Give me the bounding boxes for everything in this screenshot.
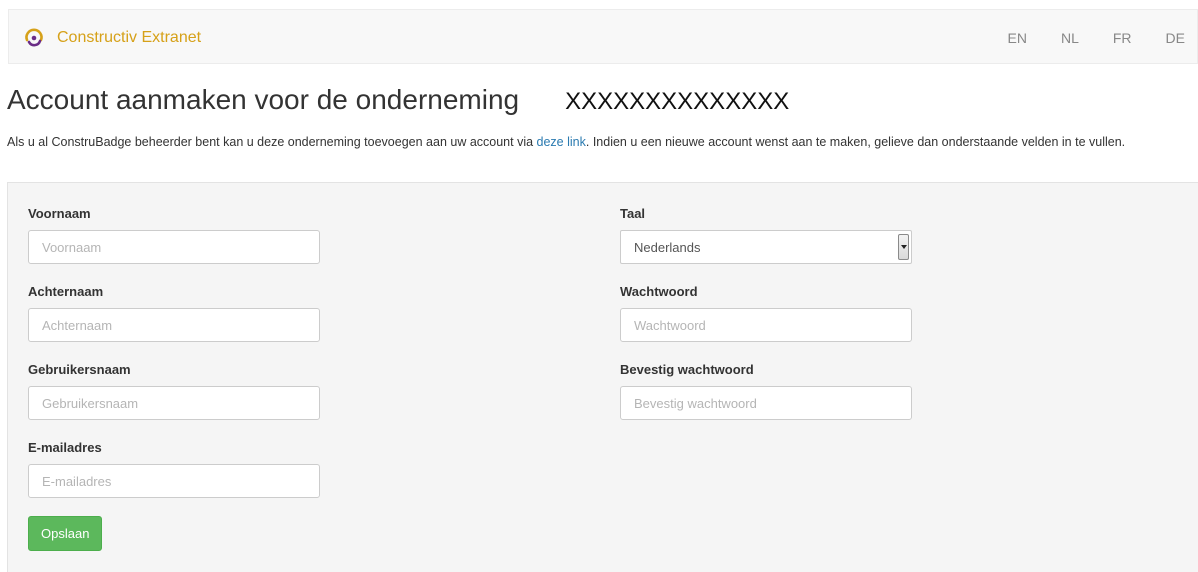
brand-link[interactable]: Constructiv Extranet	[23, 10, 201, 65]
last-name-label: Achternaam	[28, 284, 104, 299]
lang-nl-link[interactable]: NL	[1061, 30, 1079, 46]
confirm-password-input[interactable]	[620, 386, 912, 420]
last-name-field: Achternaam	[28, 284, 320, 342]
existing-account-link[interactable]: deze link	[537, 135, 586, 149]
username-field: Gebruikersnaam	[28, 362, 320, 420]
first-name-field: Voornaam	[28, 206, 320, 264]
password-label: Wachtwoord	[620, 284, 698, 299]
first-name-input[interactable]	[28, 230, 320, 264]
dropdown-arrow-icon[interactable]	[898, 234, 909, 260]
brand-name: Constructiv Extranet	[57, 28, 202, 46]
language-label: Taal	[620, 206, 646, 221]
password-input[interactable]	[620, 308, 912, 342]
email-label: E-mailadres	[28, 440, 102, 455]
page-title: Account aanmaken voor de onderneming	[7, 84, 520, 115]
language-selected-value: Nederlands	[634, 239, 701, 255]
registration-form: Voornaam Achternaam Gebruikersnaam E-mai…	[7, 182, 1198, 572]
email-input[interactable]	[28, 464, 320, 498]
password-field: Wachtwoord	[620, 284, 912, 342]
intro-text-start: Als u al ConstruBadge beheerder bent kan…	[7, 135, 537, 149]
confirm-password-field: Bevestig wachtwoord	[620, 362, 912, 420]
email-field: E-mailadres	[28, 440, 320, 498]
constructiv-logo-icon	[25, 28, 43, 46]
save-button[interactable]: Opslaan	[28, 516, 103, 551]
username-input[interactable]	[28, 386, 320, 420]
first-name-label: Voornaam	[28, 206, 91, 221]
lang-fr-link[interactable]: FR	[1113, 30, 1132, 46]
last-name-input[interactable]	[28, 308, 320, 342]
intro-text: Als u al ConstruBadge beheerder bent kan…	[7, 133, 1177, 151]
confirm-password-label: Bevestig wachtwoord	[620, 362, 754, 377]
language-switcher: EN NL FR DE	[1008, 10, 1185, 65]
page-header: Account aanmaken voor de onderneming XXX…	[7, 84, 789, 124]
company-name: XXXXXXXXXXXXXX	[565, 88, 790, 115]
lang-de-link[interactable]: DE	[1166, 30, 1185, 46]
language-select[interactable]: Nederlands	[620, 230, 912, 264]
top-navbar: Constructiv Extranet EN NL FR DE	[8, 9, 1198, 64]
intro-text-end: . Indien u een nieuwe account wenst aan …	[585, 135, 1126, 149]
lang-en-link[interactable]: EN	[1008, 30, 1027, 46]
language-field: Taal Nederlands	[620, 206, 912, 264]
username-label: Gebruikersnaam	[28, 362, 131, 377]
